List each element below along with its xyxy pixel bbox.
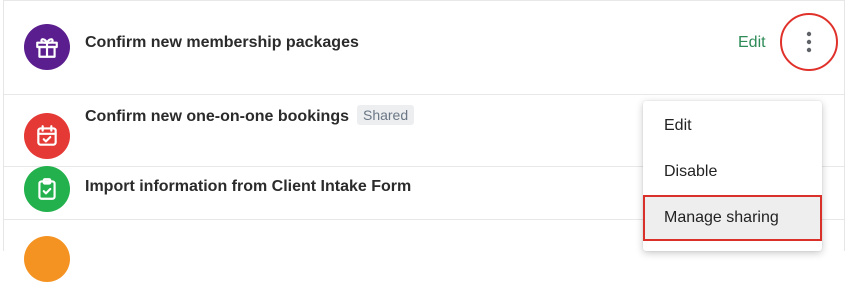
row-title: Confirm new one-on-one bookings Shared — [85, 105, 415, 126]
menu-item-manage-sharing[interactable]: Manage sharing — [643, 195, 822, 241]
row-options-menu: Edit Disable Manage sharing — [643, 101, 822, 251]
shared-badge: Shared — [356, 105, 415, 125]
gift-icon — [24, 24, 70, 70]
list-item[interactable]: Confirm new membership packages Edit — [4, 0, 844, 94]
row-title: Confirm new membership packages — [85, 34, 359, 51]
clipboard-check-icon — [24, 166, 70, 212]
calendar-check-icon — [24, 113, 70, 159]
more-options-button[interactable] — [780, 13, 838, 71]
kebab-menu-icon — [806, 31, 812, 53]
edit-link[interactable]: Edit — [738, 34, 766, 52]
orange-icon — [24, 236, 70, 282]
row-title: Import information from Client Intake Fo… — [85, 178, 412, 195]
menu-item-disable[interactable]: Disable — [643, 149, 822, 195]
menu-item-edit[interactable]: Edit — [643, 103, 822, 149]
